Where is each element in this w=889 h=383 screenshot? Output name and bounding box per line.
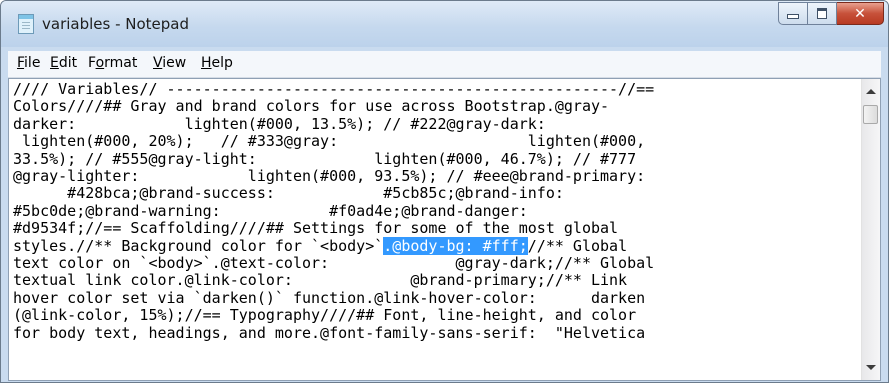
menu-view-accel: V <box>153 55 163 71</box>
window-title: variables - Notepad <box>42 15 190 33</box>
maximize-icon <box>817 8 827 19</box>
menu-edit-label: dit <box>58 55 78 71</box>
text-line: 33.5%); // #555@gray-light: lighten(#000… <box>13 149 637 168</box>
scroll-up-arrow-icon[interactable] <box>866 89 876 94</box>
text-line: Colors////## Gray and brand colors for u… <box>13 97 610 116</box>
notepad-window: variables - Notepad ✕ File Edit Format V… <box>0 0 889 383</box>
menu-format-first: F <box>88 55 96 71</box>
menu-file-label: ile <box>24 55 41 71</box>
text-line: lighten(#000, 20%); // #333@gray: lighte… <box>13 132 646 151</box>
notepad-icon <box>18 14 34 34</box>
menu-format-accel: o <box>95 55 105 71</box>
menu-view-label: iew <box>162 55 187 71</box>
selected-text[interactable]: .@body-bg: #fff; <box>383 236 528 255</box>
text-line: darker: lighten(#000, 13.5%); // #222@gr… <box>13 114 546 133</box>
close-icon: ✕ <box>854 5 866 22</box>
scroll-down-arrow-icon[interactable] <box>866 365 876 370</box>
window-controls: ✕ <box>778 2 884 25</box>
text-line: for body text, headings, and more.@font-… <box>13 323 646 342</box>
menu-format[interactable]: Format <box>88 55 137 71</box>
minimize-icon <box>787 14 799 19</box>
menu-help-label: elp <box>211 55 233 71</box>
maximize-button[interactable] <box>808 2 837 25</box>
menu-edit[interactable]: Edit <box>50 55 77 71</box>
menu-view[interactable]: View <box>153 55 186 71</box>
text-line: #d9534f;//== Scaffolding////## Settings … <box>13 219 619 238</box>
text-line: //// Variables// -----------------------… <box>13 80 655 98</box>
text-line: text color on `<body>`.@text-color: @gra… <box>13 254 655 273</box>
text-line-after-selection: //** Global <box>527 236 628 255</box>
text-line: hover color set via `darken()` function.… <box>13 288 646 307</box>
minimize-button[interactable] <box>778 2 808 25</box>
title-bar[interactable]: variables - Notepad ✕ <box>1 1 888 47</box>
editor-content[interactable]: //// Variables// -----------------------… <box>13 80 853 342</box>
text-line: #428bca;@brand-success: #5cb85c;@brand-i… <box>13 184 564 203</box>
close-button[interactable]: ✕ <box>837 2 884 25</box>
text-line: @gray-lighter: lighten(#000, 93.5%); // … <box>13 167 646 186</box>
menu-bar: File Edit Format View Help <box>8 51 881 78</box>
menu-help-accel: H <box>201 55 212 71</box>
vertical-scrollbar[interactable] <box>861 79 880 380</box>
menu-help[interactable]: Help <box>201 55 233 71</box>
menu-file[interactable]: File <box>17 55 40 71</box>
text-line: #5bc0de;@brand-warning: #f0ad4e;@brand-d… <box>13 201 528 220</box>
text-editor[interactable]: //// Variables// -----------------------… <box>8 78 881 381</box>
text-line-before-selection: styles.//** Background color for `<body>… <box>13 236 384 255</box>
text-line: (@link-color, 15%);//== Typography////##… <box>13 306 637 325</box>
scroll-thumb[interactable] <box>863 105 878 124</box>
menu-edit-accel: E <box>50 55 59 71</box>
menu-format-label: rmat <box>104 55 138 71</box>
text-line: textual link color.@link-color: @brand-p… <box>13 271 628 290</box>
menu-file-accel: F <box>17 55 25 71</box>
